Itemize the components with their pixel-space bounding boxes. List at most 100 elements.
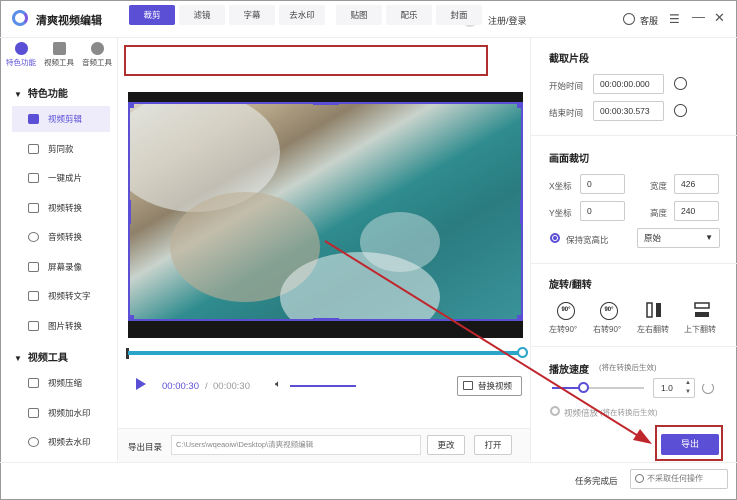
tab-audio-tools-label: 音频工具: [82, 58, 112, 67]
microphone-icon: [28, 232, 39, 242]
sidebar-item-label: 视频去水印: [48, 437, 91, 447]
image-icon: [28, 321, 39, 331]
export-button[interactable]: 导出: [661, 434, 719, 455]
crop-handle[interactable]: [128, 315, 134, 321]
video-preview[interactable]: [128, 92, 523, 338]
task-complete-label: 任务完成后: [575, 476, 618, 486]
login-link[interactable]: 注册/登录: [488, 14, 527, 27]
sidebar-item-label: 视频转换: [48, 203, 83, 213]
section-video-tools[interactable]: ▼ 视频工具: [14, 349, 68, 364]
menu-icon[interactable]: ☰: [669, 12, 680, 26]
sidebar-item-video-convert[interactable]: 视频转换: [12, 195, 110, 221]
sidebar-item-video-to-text[interactable]: 视频转文字: [12, 283, 110, 309]
tab-crop[interactable]: 裁剪: [129, 5, 175, 25]
replace-icon: [463, 381, 473, 390]
replace-video-button[interactable]: 替换视频: [457, 376, 522, 396]
tab-remove-watermark[interactable]: 去水印: [279, 5, 325, 25]
task-complete-value: 不采取任何操作: [647, 474, 703, 483]
speed-stepper[interactable]: 1.0 ▲ ▼: [653, 378, 695, 398]
current-time: 00:00:30: [162, 381, 199, 392]
replace-video-label: 替换视频: [478, 381, 513, 391]
crop-handle[interactable]: [313, 102, 339, 105]
close-icon[interactable]: ✕: [714, 10, 725, 26]
rotate-left-icon[interactable]: 90°: [557, 302, 575, 320]
width-label: 宽度: [650, 181, 668, 191]
person-icon: [28, 437, 39, 447]
app-logo-icon: [12, 10, 28, 26]
volume-slider[interactable]: [290, 385, 356, 387]
crop-handle[interactable]: [313, 318, 339, 321]
app-title: 清爽视频编辑: [36, 15, 102, 27]
end-time-input[interactable]: 00:00:30.573: [593, 101, 664, 121]
triangle-down-icon: ▼: [14, 90, 22, 99]
ratio-select[interactable]: 原始 ▼: [637, 228, 720, 248]
tab-sticker[interactable]: 贴图: [336, 5, 382, 25]
flip-horizontal-icon[interactable]: [646, 302, 662, 318]
watermark-icon: [28, 408, 39, 418]
output-path-field[interactable]: C:\Users\wqeaoiw\Desktop\清爽视频编辑: [171, 435, 421, 455]
crop-handle[interactable]: [128, 102, 134, 108]
flip-vertical-icon[interactable]: [694, 302, 710, 318]
ratio-select-value: 原始: [644, 233, 662, 243]
open-button[interactable]: 打开: [474, 435, 512, 455]
sidebar-item-label: 视频压缩: [48, 378, 83, 388]
support-icon[interactable]: [623, 13, 635, 25]
play-icon[interactable]: [136, 378, 146, 390]
keep-ratio-radio[interactable]: [550, 233, 560, 243]
output-label: 导出目录: [128, 442, 163, 452]
rotate-right-icon[interactable]: 90°: [600, 302, 618, 320]
sidebar-item-audio-convert[interactable]: 音频转换: [12, 224, 110, 250]
sidebar-item-add-watermark[interactable]: 视频加水印: [12, 400, 110, 426]
tab-cover[interactable]: 封面: [436, 5, 482, 25]
crop-handle[interactable]: [128, 200, 131, 224]
rotate-right-label: 右转90°: [593, 325, 622, 334]
crop-selection[interactable]: [128, 102, 523, 321]
reset-icon[interactable]: [702, 382, 714, 394]
sidebar-item-video-edit[interactable]: 视频剪辑: [12, 106, 110, 132]
width-input[interactable]: 426: [674, 174, 719, 194]
sidebar-item-image-convert[interactable]: 图片转换: [12, 313, 110, 339]
total-time: 00:00:30: [213, 381, 250, 392]
volume-icon[interactable]: 🔈︎: [275, 379, 281, 390]
tab-filter[interactable]: 滤镜: [179, 5, 225, 25]
crop-handle[interactable]: [520, 200, 523, 224]
tab-music[interactable]: 配乐: [386, 5, 432, 25]
change-button[interactable]: 更改: [427, 435, 465, 455]
speed-slider-handle[interactable]: [578, 382, 589, 393]
fade-radio[interactable]: [550, 406, 560, 416]
section-featured[interactable]: ▼ 特色功能: [14, 85, 68, 100]
tab-subtitle[interactable]: 字幕: [229, 5, 275, 25]
sidebar-item-screen-record[interactable]: 屏幕录像: [12, 254, 110, 280]
timeline-handle[interactable]: [517, 347, 528, 358]
tab-featured[interactable]: 特色功能: [2, 42, 40, 68]
x-label: X坐标: [549, 181, 572, 191]
sidebar-item-template[interactable]: 剪同款: [12, 136, 110, 162]
start-time-label: 开始时间: [549, 81, 584, 91]
tab-video-tools[interactable]: 视频工具: [40, 42, 78, 68]
task-complete-select[interactable]: 不采取任何操作: [630, 469, 728, 489]
timeline-track[interactable]: [128, 351, 524, 355]
start-time-input[interactable]: 00:00:00.000: [593, 74, 664, 94]
tab-audio-tools[interactable]: 音频工具: [78, 42, 116, 68]
clock-icon[interactable]: [674, 104, 687, 117]
crop-handle[interactable]: [517, 315, 523, 321]
fade-label: 视频倍放: [564, 408, 599, 418]
crop-title: 画面裁切: [549, 154, 589, 165]
sidebar-item-remove-watermark[interactable]: 视频去水印: [12, 429, 110, 455]
sidebar-item-one-click[interactable]: 一键成片: [12, 165, 110, 191]
crop-handle[interactable]: [517, 102, 523, 108]
star-icon: [14, 42, 28, 55]
sidebar-item-label: 剪同款: [48, 144, 74, 154]
time-separator: /: [205, 381, 208, 392]
height-input[interactable]: 240: [674, 201, 719, 221]
x-input[interactable]: 0: [580, 174, 625, 194]
sidebar-item-label: 视频转文字: [48, 291, 91, 301]
minimize-icon[interactable]: —: [692, 9, 705, 24]
sidebar-item-compress[interactable]: 视频压缩: [12, 370, 110, 396]
forbidden-icon: [635, 474, 644, 483]
stepper-arrows-icon[interactable]: ▲ ▼: [685, 379, 691, 397]
sidebar-top-icons: 特色功能 视频工具 音频工具: [0, 38, 118, 72]
clock-icon[interactable]: [674, 77, 687, 90]
y-input[interactable]: 0: [580, 201, 625, 221]
support-link[interactable]: 客服: [640, 14, 658, 27]
